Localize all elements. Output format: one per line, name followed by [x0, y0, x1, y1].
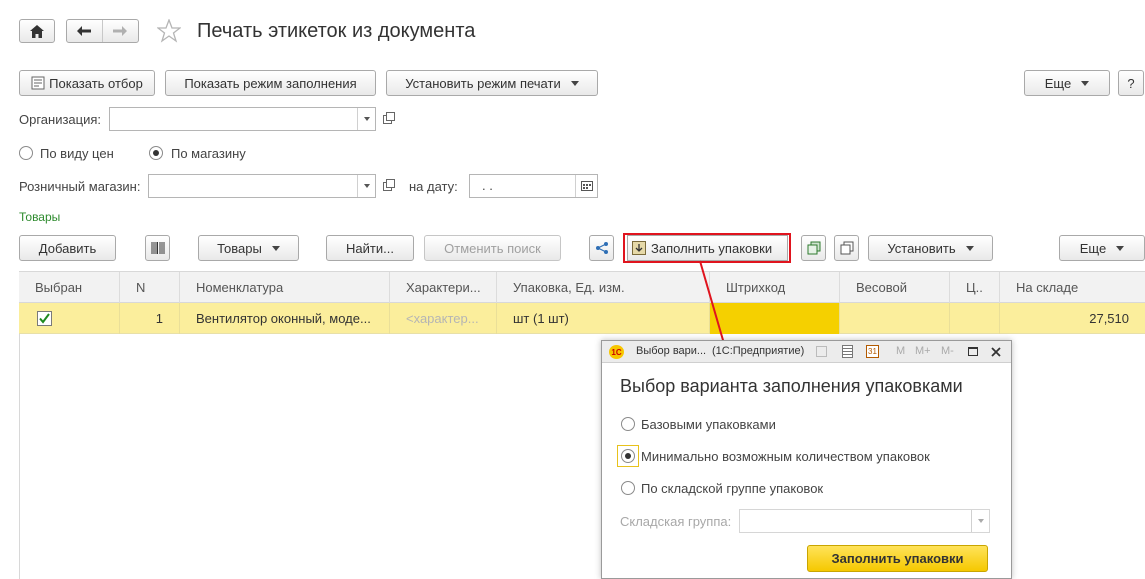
dialog-title-short: Выбор вари... — [636, 345, 707, 357]
maximize-icon[interactable] — [968, 347, 978, 356]
chevron-down-icon — [977, 519, 984, 523]
dialog-title-app: (1С:Предприятие) — [712, 345, 805, 357]
memory-minus-icon[interactable]: M- — [941, 345, 954, 357]
memory-plus-icon[interactable]: M+ — [915, 345, 931, 357]
radio-warehouse-group-label[interactable]: По складской группе упаковок — [641, 481, 823, 496]
dialog-heading: Выбор варианта заполнения упаковками — [620, 376, 963, 396]
dialog-fill-packages-label: Заполнить упаковки — [831, 551, 964, 566]
radio-warehouse-group[interactable] — [621, 481, 635, 495]
calculator-icon[interactable] — [842, 345, 853, 358]
warehouse-group-label: Складская группа: — [620, 514, 732, 529]
warehouse-group-dropdown[interactable] — [971, 510, 989, 532]
memory-m-icon[interactable]: M — [896, 345, 905, 357]
radio-min-packages[interactable] — [621, 449, 635, 463]
close-icon[interactable] — [991, 347, 1001, 357]
radio-basic-packages[interactable] — [621, 417, 635, 431]
warehouse-group-field[interactable] — [739, 509, 990, 533]
app-logo-icon: 1C — [609, 345, 624, 359]
fill-variant-dialog: 1C Выбор вари... (1С:Предприятие) 31 M M… — [601, 340, 1012, 579]
dialog-titlebar: 1C Выбор вари... (1С:Предприятие) 31 M M… — [602, 341, 1011, 363]
print-icon[interactable] — [816, 346, 827, 357]
radio-basic-packages-label[interactable]: Базовыми упаковками — [641, 417, 776, 432]
calendar-icon[interactable]: 31 — [866, 345, 879, 358]
dialog-fill-packages-button[interactable]: Заполнить упаковки — [807, 545, 988, 572]
radio-min-packages-label[interactable]: Минимально возможным количеством упаково… — [641, 449, 930, 464]
